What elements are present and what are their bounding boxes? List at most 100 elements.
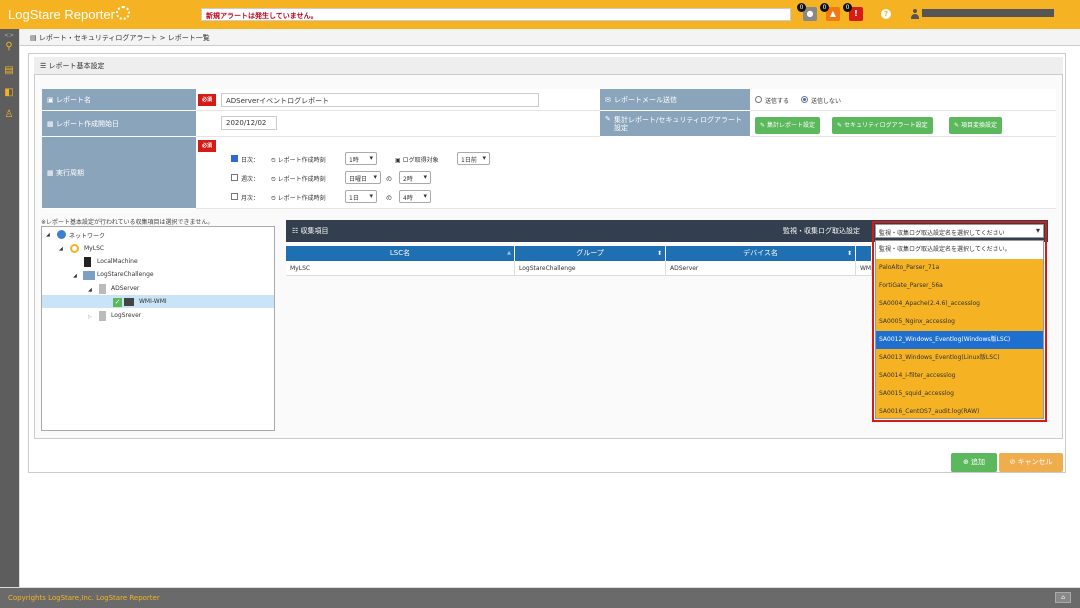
column-device[interactable]: デバイス名 ⬍ — [666, 246, 856, 261]
app-title[interactable]: LogStare Reporter — [8, 7, 115, 22]
panel-title-icon: ☰ — [40, 62, 49, 70]
report-name-label: ▣ レポート名 — [42, 89, 196, 111]
security-alert-button[interactable]: ✎ セキュリティログアラート設定 — [832, 117, 933, 134]
daily-label: 日次： — [241, 157, 260, 164]
scroll-top-icon[interactable]: ⌂ — [1055, 592, 1071, 603]
dropdown-option[interactable]: SA0014_i-filter_accesslog — [876, 367, 1043, 385]
daily-target-select[interactable]: 1日前 — [457, 152, 490, 165]
check-icon[interactable]: ✓ — [113, 298, 122, 307]
calendar-icon: ▦ — [47, 119, 54, 128]
mail-icon: ✉ — [605, 95, 611, 104]
sort-icon[interactable]: ⬍ — [847, 246, 852, 261]
help-icon[interactable]: ? — [881, 9, 891, 19]
warning-badge: 0 — [820, 3, 829, 12]
expand-arrow-icon[interactable]: ◢ — [73, 273, 77, 279]
alert-message[interactable]: 新規アラートは発生していません。 — [201, 8, 791, 21]
collapse-icon[interactable]: <> — [3, 30, 15, 41]
expand-arrow-icon[interactable]: ◢ — [46, 232, 50, 238]
tree-node-adserver[interactable]: ADServer — [111, 285, 139, 292]
weekly-time-select[interactable]: 2時 — [399, 171, 431, 184]
column-group[interactable]: グループ ⬍ — [515, 246, 666, 261]
edit-icon: ✎ — [605, 115, 611, 123]
report-icon[interactable]: ▤ — [3, 65, 15, 76]
breadcrumb-icon: ▤ — [30, 34, 39, 42]
image-icon: ▣ — [47, 95, 54, 104]
panel-title-text: レポート基本設定 — [48, 62, 105, 70]
column-extra[interactable] — [856, 246, 872, 261]
tree-node-localmachine[interactable]: LocalMachine — [97, 258, 138, 265]
user-icon — [911, 9, 919, 19]
dropdown-option[interactable]: SA0016_CentOS7_audit.log(RAW) — [876, 403, 1043, 421]
expand-arrow-icon[interactable]: ◢ — [59, 246, 63, 252]
dropdown-option[interactable]: SA0004_Apache(2.4.6)_accesslog — [876, 295, 1043, 313]
weekly-checkbox[interactable] — [231, 174, 238, 181]
weekly-day-select[interactable]: 日曜日 — [345, 171, 381, 184]
required-badge: 必須 — [198, 140, 216, 152]
report-name-input[interactable]: ADServerイベントログレポート — [221, 93, 539, 107]
tree-node-logstarechallenge[interactable]: LogStareChallenge — [97, 271, 154, 278]
tree-node-logsrever[interactable]: LogSrever — [111, 312, 141, 319]
users-icon[interactable]: ♙ — [3, 109, 15, 120]
footer: Copyrights LogStare,Inc. LogStare Report… — [0, 588, 1080, 608]
monthly-time-select[interactable]: 4時 — [399, 190, 431, 203]
mail-send-radio[interactable] — [755, 96, 762, 103]
weekly-label: 週次： — [241, 176, 260, 183]
breadcrumb: ▤ レポート・セキュリティログアラート > レポート一覧 — [20, 29, 1080, 46]
table-cell[interactable]: ADServer — [666, 261, 856, 276]
table-cell[interactable]: LogStareChallenge — [515, 261, 666, 276]
device-tree[interactable] — [41, 226, 275, 431]
table-cell[interactable]: WM — [856, 261, 872, 276]
expand-arrow-icon[interactable]: ◢ — [88, 287, 92, 293]
breadcrumb-text[interactable]: レポート・セキュリティログアラート > レポート一覧 — [39, 34, 210, 42]
sort-icon[interactable]: ⬍ — [657, 246, 662, 261]
mail-nosend-radio[interactable] — [801, 96, 808, 103]
collapse-arrow-icon[interactable]: ▷ — [88, 314, 92, 320]
globe-icon — [57, 230, 66, 239]
filter-label: 監視・収集ログ取込設定 — [783, 227, 860, 235]
sort-icon[interactable]: ▲ — [507, 246, 511, 261]
dropdown-option[interactable]: SA0013_Windows_Eventlog(Linux版LSC) — [876, 349, 1043, 367]
log-setting-select[interactable]: 監視・収集ログ取込設定名を選択してください — [875, 224, 1044, 238]
dropdown-option-highlighted[interactable]: SA0012_Windows_Eventlog(Windows版LSC) — [876, 331, 1043, 349]
mail-nosend-label: 送信しない — [811, 98, 842, 105]
log-setting-options[interactable]: 監視・収集ログ取込設定名を選択してください。 PaloAlto_Parser_7… — [875, 240, 1044, 419]
log-target-label: ▣ ログ取得対象 — [395, 157, 439, 164]
copyright-text: Copyrights LogStare,Inc. LogStare Report… — [8, 594, 160, 602]
error-badge: 0 — [843, 3, 852, 12]
monthly-checkbox[interactable] — [231, 193, 238, 200]
panel-title: ☰ レポート基本設定 — [34, 57, 1063, 75]
table-cell[interactable]: MyLSC — [286, 261, 515, 276]
cancel-button[interactable]: ⊘ キャンセル — [999, 453, 1063, 472]
dropdown-option[interactable]: 監視・収集ログ取込設定名を選択してください。 — [876, 241, 1043, 259]
tag-icon[interactable]: ◧ — [3, 87, 15, 98]
tree-node-mylsc[interactable]: MyLSC — [84, 245, 104, 252]
tree-node-wmi[interactable]: WMI-WMI — [139, 298, 167, 305]
weekly-time-label: ⏲ レポート作成時刻 — [271, 176, 326, 183]
start-date-input[interactable]: 2020/12/02 — [221, 116, 277, 130]
monthly-day-select[interactable]: 1日 — [345, 190, 377, 203]
item-convert-button[interactable]: ✎ 項目変換設定 — [949, 117, 1002, 134]
device-icon — [99, 284, 106, 294]
daily-time-label: ⏲ レポート作成時刻 — [271, 157, 326, 164]
dropdown-option[interactable]: FortiGate_Parser_56a — [876, 277, 1043, 295]
sidebar: <> ⚲ ▤ ◧ ♙ — [0, 29, 19, 587]
of-label: の — [386, 195, 393, 202]
search-icon[interactable]: ⚲ — [3, 41, 15, 52]
add-button[interactable]: ⊕ 追加 — [951, 453, 997, 472]
aggregate-report-button[interactable]: ✎ 集計レポート設定 — [755, 117, 820, 134]
dropdown-option[interactable]: PaloAlto_Parser_71a — [876, 259, 1043, 277]
of-label: の — [386, 176, 393, 183]
collection-title: 収集項目 — [300, 227, 329, 235]
mail-cell — [750, 89, 1056, 111]
column-lsc[interactable]: LSC名 ▲ — [286, 246, 515, 261]
daily-time-select[interactable]: 1時 — [345, 152, 377, 165]
device-icon — [99, 311, 106, 321]
tree-node-network[interactable]: ネットワーク — [69, 231, 105, 240]
monthly-label: 月次： — [241, 195, 260, 202]
monitor-icon — [124, 298, 134, 306]
dropdown-option[interactable]: SA0005_Nginx_accesslog — [876, 313, 1043, 331]
daily-checkbox[interactable] — [231, 155, 238, 162]
required-badge: 必須 — [198, 94, 216, 106]
user-name[interactable]: ■■■■■■■■■■■■■■■■■■■■ — [922, 9, 1062, 18]
dropdown-option[interactable]: SA0015_squid_accesslog — [876, 385, 1043, 403]
